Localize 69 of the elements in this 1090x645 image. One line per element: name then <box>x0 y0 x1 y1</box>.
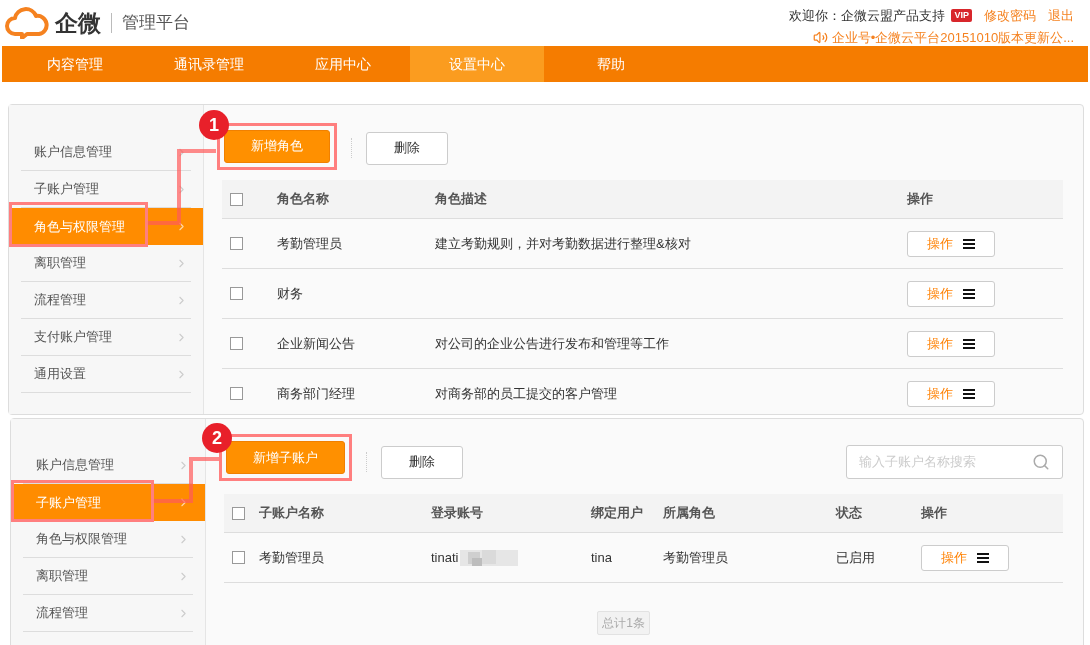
connector-line <box>152 457 221 503</box>
delete-button[interactable]: 删除 <box>381 445 463 479</box>
column-header: 登录账号 <box>431 504 484 523</box>
table-cell-text: 建立考勤规则，并对考勤数据进行整理&核对 <box>435 234 691 253</box>
table-cell-text: 考勤管理员 <box>259 548 324 567</box>
checkbox[interactable] <box>230 387 243 400</box>
action-button[interactable]: 操作 <box>907 380 995 407</box>
header-link[interactable]: 退出 <box>1048 6 1074 26</box>
column-header: 所属角色 <box>663 504 716 523</box>
column-header: 操作 <box>907 190 934 209</box>
delete-button[interactable]: 删除 <box>366 131 448 165</box>
logo-text: 企微 <box>55 8 101 38</box>
sidebar-item[interactable]: 账户信息管理 <box>21 134 191 171</box>
column-header: 角色名称 <box>277 190 330 209</box>
nav-tab[interactable]: 应用中心 <box>276 46 410 82</box>
checkbox[interactable] <box>230 237 243 250</box>
table-cell-text: tinati <box>431 548 459 567</box>
step-badge: 2 <box>202 423 232 453</box>
sidebar-item[interactable]: 离职管理 <box>23 558 193 595</box>
column-header: 操作 <box>921 504 948 523</box>
checkbox[interactable] <box>230 287 243 300</box>
action-button[interactable]: 操作 <box>907 280 995 307</box>
action-button[interactable]: 操作 <box>907 330 995 357</box>
checkbox[interactable] <box>232 506 245 520</box>
sidebar-item[interactable]: 角色与权限管理 <box>23 521 193 558</box>
notice-link[interactable]: 企业号•企微云平台20151010版本更新公... <box>831 27 1074 47</box>
table-cell-text: 已启用 <box>836 548 875 567</box>
menu-icon <box>977 552 989 563</box>
header-link[interactable]: 修改密码 <box>984 6 1036 26</box>
table-cell-text: tina <box>591 548 612 567</box>
sidebar-item[interactable]: 支付账户管理 <box>21 319 191 356</box>
menu-icon <box>963 388 975 399</box>
checkbox[interactable] <box>230 337 243 350</box>
column-header: 子账户名称 <box>259 504 325 523</box>
total-count: 总计1条 <box>597 611 650 635</box>
action-button[interactable]: 操作 <box>907 230 995 257</box>
sidebar-item[interactable]: 流程管理 <box>23 595 193 632</box>
add-button[interactable]: 新增角色 <box>224 129 330 163</box>
table-cell-text: 考勤管理员 <box>277 234 342 253</box>
sidebar-item[interactable]: 通用设置 <box>21 356 191 393</box>
sidebar-item[interactable]: 流程管理 <box>21 282 191 319</box>
column-header: 状态 <box>836 504 863 523</box>
sidebar-item[interactable]: 角色与权限管理 <box>9 208 203 245</box>
search-icon <box>1032 453 1050 471</box>
table-cell-text: 考勤管理员 <box>663 548 728 567</box>
nav-tab[interactable]: 设置中心 <box>410 46 544 82</box>
menu-icon <box>963 288 975 299</box>
speaker-icon <box>812 29 828 45</box>
checkbox[interactable] <box>230 192 243 206</box>
welcome-text: 欢迎你：企微云盟产品支持 <box>789 7 946 25</box>
menu-icon <box>963 338 975 349</box>
table-cell-text: 对商务部的员工提交的客户管理 <box>435 384 617 403</box>
vip-badge: VIP <box>951 9 972 23</box>
sidebar-item[interactable]: 离职管理 <box>21 245 191 282</box>
nav-tab[interactable]: 帮助 <box>544 46 678 82</box>
table-cell-text: 企业新闻公告 <box>277 334 355 353</box>
nav-tab[interactable]: 内容管理 <box>8 46 142 82</box>
checkbox[interactable] <box>232 551 245 564</box>
add-button[interactable]: 新增子账户 <box>226 441 345 474</box>
table-cell-text: 商务部门经理 <box>277 384 355 403</box>
table-cell-text: 财务 <box>277 284 303 303</box>
platform-title: 管理平台 <box>122 12 190 35</box>
column-header: 角色描述 <box>435 190 488 209</box>
menu-icon <box>963 238 975 249</box>
cloud-logo-icon <box>5 7 49 39</box>
nav-tab[interactable]: 通讯录管理 <box>142 46 276 82</box>
table-cell-text: 对公司的企业公告进行发布和管理等工作 <box>435 334 669 353</box>
action-button[interactable]: 操作 <box>921 544 1009 571</box>
column-header: 绑定用户 <box>591 504 644 523</box>
